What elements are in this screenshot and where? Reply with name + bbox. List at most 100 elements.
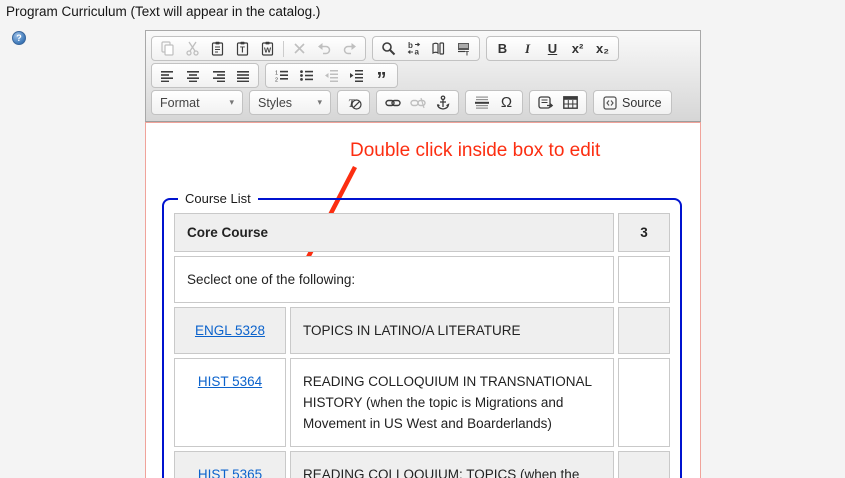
course-link[interactable]: ENGL 5328 (195, 323, 265, 338)
paste-from-word-icon[interactable]: W (255, 38, 280, 59)
course-link[interactable]: HIST 5365 (198, 467, 262, 478)
toolbar-separator (283, 40, 284, 57)
course-title-cell: READING COLLOQUIUM IN TRANSNATIONAL HIST… (290, 358, 614, 447)
instruction-row: Seclect one of the following: (174, 256, 670, 303)
remove-x-icon[interactable] (287, 38, 312, 59)
align-right-icon[interactable] (205, 65, 230, 86)
anchor-icon[interactable] (430, 92, 455, 113)
bold-icon[interactable]: B (490, 38, 515, 59)
link-icon[interactable] (380, 92, 405, 113)
bulleted-list-icon[interactable] (294, 65, 319, 86)
course-code-cell: HIST 5364 (174, 358, 286, 447)
replace-icon[interactable]: ba (401, 38, 426, 59)
page-title: Program Curriculum (Text will appear in … (6, 4, 321, 19)
course-list-fieldset[interactable]: Course List Core Course 3 Seclect one of… (162, 191, 682, 478)
header-credits: 3 (618, 213, 670, 252)
redo-icon[interactable] (337, 38, 362, 59)
svg-text:T: T (240, 46, 245, 55)
cut-icon[interactable] (180, 38, 205, 59)
table-header-row: Core Course 3 (174, 213, 670, 252)
course-credits-cell (618, 307, 670, 354)
rich-text-editor: T W b a T B I U x² x₂ 1 2 ” Format ▾ Sty… (145, 30, 701, 478)
instruction-credits-cell (618, 256, 670, 303)
superscript-icon[interactable]: x² (565, 38, 590, 59)
table-icon[interactable] (558, 92, 583, 113)
paste-icon[interactable] (205, 38, 230, 59)
course-list-legend: Course List (185, 191, 251, 206)
underline-icon[interactable]: U (540, 38, 565, 59)
remove-format-group: T (337, 90, 370, 115)
subscript-label: x₂ (595, 41, 609, 56)
styles-dropdown-label: Styles (258, 95, 293, 110)
svg-text:1: 1 (275, 71, 278, 77)
italic-label: I (524, 40, 531, 56)
superscript-label: x² (571, 41, 584, 56)
alignment-group (151, 63, 259, 88)
course-table: Core Course 3 Seclect one of the followi… (170, 209, 674, 478)
course-link[interactable]: HIST 5364 (198, 374, 262, 389)
bold-label: B (497, 41, 508, 56)
svg-text:W: W (264, 46, 272, 55)
chevron-down-icon: ▾ (317, 97, 322, 107)
help-icon[interactable]: ? (12, 31, 26, 45)
svg-text:a: a (414, 48, 419, 57)
blockquote-glyph: ” (376, 68, 387, 91)
course-code-cell: ENGL 5328 (174, 307, 286, 354)
align-center-icon[interactable] (180, 65, 205, 86)
paste-plain-text-icon[interactable]: T (230, 38, 255, 59)
omega-glyph: Ω (500, 94, 513, 111)
course-credits-cell (618, 358, 670, 447)
source-button-label: Source (622, 95, 662, 110)
numbered-list-icon[interactable]: 12 (269, 65, 294, 86)
format-dropdown[interactable]: Format ▾ (151, 90, 243, 115)
list-indent-group: 12 ” (265, 63, 398, 91)
find-group: ba T (372, 36, 480, 61)
insert-group-1: Ω (465, 90, 523, 115)
edit-hint-text: Double click inside box to edit (350, 140, 601, 161)
source-button[interactable]: Source (593, 90, 672, 115)
instruction-cell: Seclect one of the following: (174, 256, 614, 303)
chevron-down-icon: ▾ (229, 97, 234, 107)
undo-icon[interactable] (312, 38, 337, 59)
table-row: HIST 5364 READING COLLOQUIUM IN TRANSNAT… (174, 358, 670, 447)
remove-format-icon[interactable]: T (341, 92, 366, 113)
table-row: HIST 5365 READING COLLOQUIUM: TOPICS (wh… (174, 451, 670, 478)
unlink-icon[interactable] (405, 92, 430, 113)
outdent-icon[interactable] (319, 65, 344, 86)
toolbar-row-2: 12 ” (151, 63, 695, 91)
insert-group-2 (529, 90, 587, 115)
svg-text:b: b (408, 41, 413, 50)
special-character-icon[interactable]: Ω (494, 92, 519, 113)
horizontal-line-icon[interactable] (469, 92, 494, 113)
select-all-icon[interactable]: T (451, 38, 476, 59)
svg-text:2: 2 (275, 78, 278, 83)
div-container-icon[interactable] (533, 92, 558, 113)
course-credits-cell (618, 451, 670, 478)
svg-text:T: T (465, 51, 469, 57)
source-icon (603, 95, 617, 110)
editor-content-area[interactable]: Double click inside box to edit Course L… (145, 122, 701, 478)
format-dropdown-label: Format (160, 95, 200, 110)
indent-icon[interactable] (344, 65, 369, 86)
toolbar-row-3: Format ▾ Styles ▾ T Ω Source (151, 90, 695, 115)
course-title-cell: TOPICS IN LATINO/A LITERATURE (290, 307, 614, 354)
copy-icon[interactable] (155, 38, 180, 59)
styles-dropdown[interactable]: Styles ▾ (249, 90, 331, 115)
course-code-cell: HIST 5365 (174, 451, 286, 478)
subscript-icon[interactable]: x₂ (590, 38, 615, 59)
toolbar-row-1: T W b a T B I U x² x₂ (151, 36, 695, 61)
blockquote-icon[interactable]: ” (369, 65, 394, 91)
underline-label: U (547, 41, 558, 56)
clipboard-group: T W (151, 36, 366, 61)
basic-styles-group: B I U x² x₂ (486, 36, 619, 61)
table-row: ENGL 5328 TOPICS IN LATINO/A LITERATURE (174, 307, 670, 354)
course-title-cell: READING COLLOQUIUM: TOPICS (when the (290, 451, 614, 478)
align-left-icon[interactable] (155, 65, 180, 86)
find-icon[interactable] (376, 38, 401, 59)
header-core-course: Core Course (174, 213, 614, 252)
editor-toolbar: T W b a T B I U x² x₂ 1 2 ” Format ▾ Sty… (145, 30, 701, 122)
italic-icon[interactable]: I (515, 38, 540, 59)
link-group (376, 90, 459, 115)
spell-checker-icon[interactable] (426, 38, 451, 59)
justify-icon[interactable] (230, 65, 255, 86)
